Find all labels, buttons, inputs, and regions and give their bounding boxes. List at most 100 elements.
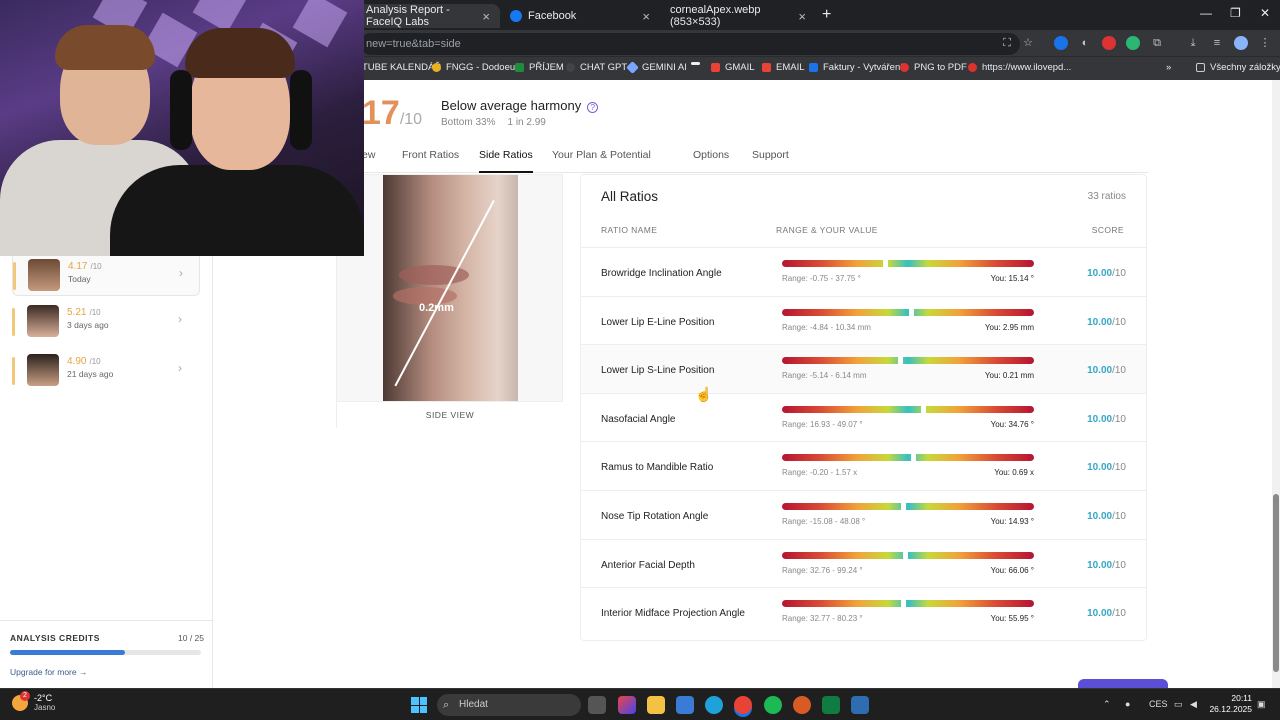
chevron-right-icon: › xyxy=(178,312,182,326)
bookmark-item[interactable]: GEMINI AI xyxy=(626,61,687,74)
url-input[interactable]: new=true&tab=side xyxy=(360,33,1020,55)
language-indicator[interactable]: CES xyxy=(1149,699,1168,709)
ratio-row[interactable]: Lower Lip S-Line Position Range: -5.14 - … xyxy=(581,344,1146,393)
bookmark-item[interactable]: CHAT GPT xyxy=(566,62,627,73)
scrollbar-thumb[interactable] xyxy=(1273,494,1279,672)
facebook-icon xyxy=(510,10,522,22)
ratio-name: Ramus to Mandible Ratio xyxy=(601,462,714,474)
taskbar-search[interactable]: ⌕ Hledat xyxy=(437,694,581,716)
extension-icon[interactable] xyxy=(1102,36,1116,50)
bookmark-item[interactable]: GMAIL xyxy=(711,62,755,73)
microphone-icon[interactable]: ● xyxy=(1125,699,1130,709)
tab-front-ratios[interactable]: Front Ratios xyxy=(402,148,459,173)
tab-options[interactable]: Options xyxy=(693,148,729,173)
windows-start-icon[interactable] xyxy=(411,697,427,713)
avatar xyxy=(27,305,59,337)
extension-icon[interactable] xyxy=(1054,36,1068,50)
folder-icon xyxy=(1196,63,1205,72)
ratios-title: All Ratios xyxy=(601,189,659,204)
download-icon[interactable]: ⤓ xyxy=(1186,36,1200,50)
close-tab-icon[interactable]: × xyxy=(798,9,806,24)
bookmark-item[interactable]: TUBE KALENDÁŘ xyxy=(362,62,441,73)
history-item[interactable]: 4.17/10 Today › xyxy=(12,256,200,296)
outlook-icon[interactable] xyxy=(676,696,694,714)
ratio-name: Nasofacial Angle xyxy=(601,413,676,425)
network-icon[interactable]: ▭ xyxy=(1174,699,1183,710)
new-tab-icon[interactable]: + xyxy=(822,6,831,24)
tray-chevron-icon[interactable]: ⌃ xyxy=(1103,699,1111,710)
tab-side-ratios[interactable]: Side Ratios xyxy=(479,148,533,173)
ratio-range-bar xyxy=(782,307,1034,317)
tab-support[interactable]: Support xyxy=(752,148,789,173)
help-icon[interactable]: ? xyxy=(587,102,599,113)
minimize-icon[interactable]: — xyxy=(1200,6,1212,20)
spotify-icon[interactable] xyxy=(764,696,782,714)
ratio-row[interactable]: Browridge Inclination Angle Range: -0.75 … xyxy=(581,247,1146,296)
extension-icon[interactable] xyxy=(1126,36,1140,50)
extension-icon[interactable]: ◐ xyxy=(1078,36,1092,50)
page-scrollbar[interactable] xyxy=(1272,80,1280,688)
ratio-score: 10.00/10 xyxy=(1087,316,1126,328)
weather-widget[interactable]: -2°C Jasno xyxy=(34,693,55,712)
windows-taskbar: 2 -2°C Jasno ⌕ Hledat ⌃ ● CES ▭ ◀ 20:11 26.… xyxy=(0,688,1280,720)
ratio-range: Range: -5.14 - 6.14 mm xyxy=(782,371,867,381)
bookmark-item[interactable]: EMAIL xyxy=(762,62,805,73)
ratio-row[interactable]: Nose Tip Rotation Angle Range: -15.08 - 4… xyxy=(581,490,1146,539)
bookmark-icon xyxy=(432,63,441,72)
close-tab-icon[interactable]: × xyxy=(642,9,650,24)
ratio-score: 10.00/10 xyxy=(1087,608,1126,620)
ratio-range: Range: 16.93 - 49.07 ° xyxy=(782,419,863,429)
copilot-icon[interactable] xyxy=(618,696,636,714)
tab-facebook[interactable]: Facebook × xyxy=(500,4,660,28)
bookmark-item[interactable]: PŘÍJEM xyxy=(515,62,564,73)
maximize-icon[interactable]: ❐ xyxy=(1230,6,1241,20)
tab-analysis-report[interactable]: Analysis Report - FaceIQ Labs × xyxy=(356,4,500,28)
edge-icon[interactable] xyxy=(705,696,723,714)
notifications-icon[interactable]: ▣ xyxy=(1257,699,1266,710)
puzzle-icon[interactable]: ⧉ xyxy=(1150,36,1164,50)
bookmark-item[interactable]: Faktury - Vytváření xyxy=(809,62,903,73)
ratio-row[interactable]: Nasofacial Angle Range: 16.93 - 49.07 ° Yo… xyxy=(581,392,1146,442)
bookmark-item[interactable]: PNG to PDF xyxy=(900,62,967,73)
ratio-row[interactable]: Anterior Facial Depth Range: 32.76 - 99.2… xyxy=(581,538,1146,588)
translate-icon[interactable]: ⛶ xyxy=(1000,36,1014,50)
tab-plan-potential[interactable]: Your Plan & Potential xyxy=(552,148,651,173)
all-bookmarks[interactable]: Všechny záložky xyxy=(1196,62,1280,73)
bookmark-item[interactable]: FNGG - Dodoeu xyxy=(432,62,515,73)
app-icon[interactable] xyxy=(851,696,869,714)
history-item[interactable]: 5.21/10 3 days ago › xyxy=(12,302,200,342)
ratios-count: 33 ratios xyxy=(1087,191,1126,202)
avatar[interactable] xyxy=(1234,36,1248,50)
clock[interactable]: 20:11 26.12.2025 xyxy=(1196,693,1252,715)
chrome-icon[interactable] xyxy=(734,696,752,714)
media-icon[interactable]: ≡ xyxy=(1210,36,1224,50)
col-ratio-name: RATIO NAME xyxy=(601,225,658,235)
history-score: 4.17/10 xyxy=(68,261,102,272)
ratio-value-marker xyxy=(900,599,906,609)
menu-icon[interactable]: ⋮ xyxy=(1258,36,1272,50)
bookmark-item[interactable] xyxy=(691,62,705,65)
ratio-row[interactable]: Lower Lip E-Line Position Range: -4.84 - … xyxy=(581,295,1146,345)
excel-icon[interactable] xyxy=(822,696,840,714)
headphones xyxy=(170,70,192,150)
ratio-row[interactable]: Ramus to Mandible Ratio Range: -0.20 - 1.… xyxy=(581,441,1146,490)
close-tab-icon[interactable]: × xyxy=(482,9,490,24)
bookmark-icon xyxy=(566,63,575,72)
more-bookmarks-icon[interactable]: » xyxy=(1166,62,1171,73)
folder-icon[interactable] xyxy=(647,696,665,714)
side-profile-photo: 0.2mm xyxy=(383,175,518,401)
tab-overview[interactable]: ew xyxy=(362,148,375,173)
ratio-value-marker xyxy=(908,307,914,317)
upgrade-link[interactable]: Upgrade for more → xyxy=(10,667,87,677)
ratio-value-marker xyxy=(900,502,906,511)
ratio-name: Interior Midface Projection Angle xyxy=(601,608,745,620)
star-icon[interactable]: ☆ xyxy=(1021,36,1035,50)
close-window-icon[interactable]: ✕ xyxy=(1260,6,1270,20)
ratio-value-marker xyxy=(911,453,917,463)
tab-corneal-apex[interactable]: cornealApex.webp (853×533) × xyxy=(660,4,816,28)
task-view-icon[interactable] xyxy=(588,696,606,714)
obs-icon[interactable] xyxy=(793,696,811,714)
history-item[interactable]: 4.90/10 21 days ago › xyxy=(12,351,200,391)
bookmark-item[interactable]: https://www.ilovepd... xyxy=(968,62,1071,73)
ratio-row[interactable]: Interior Midface Projection Angle Range: … xyxy=(581,587,1146,636)
